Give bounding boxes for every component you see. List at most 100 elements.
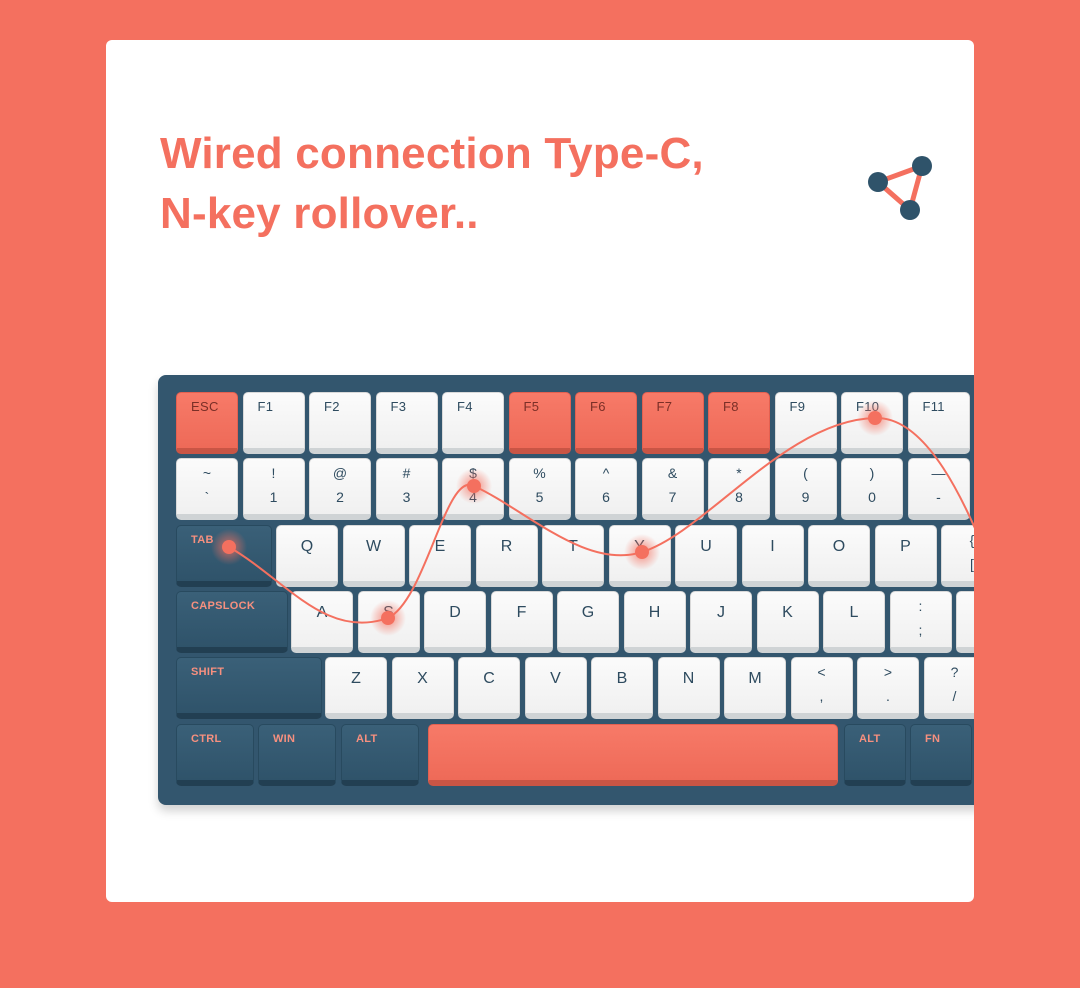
key-f10: F10 <box>841 392 903 454</box>
key-g: G <box>557 591 619 653</box>
headline: Wired connection Type-C, N-key rollover.… <box>160 124 800 244</box>
key-num-9-label: ( <box>803 465 808 481</box>
key-u: U <box>675 525 737 587</box>
key-f4: F4 <box>442 392 504 454</box>
key-f3: F3 <box>375 392 438 454</box>
product-card: Wired connection Type-C, N-key rollover.… <box>106 40 974 902</box>
key-alt-right-label: ALT <box>859 733 881 745</box>
key-num-11-label: — <box>931 465 946 481</box>
key-num-2-label: @ <box>332 465 348 481</box>
key-capslock: CAPSLOCK <box>176 591 288 653</box>
key-num-6: ^ 6 <box>575 458 637 520</box>
key-f8-label: F8 <box>723 399 739 414</box>
key-tab-label: TAB <box>191 534 214 546</box>
key-e-label: E <box>434 538 446 555</box>
key-f8: F8 <box>708 392 770 454</box>
key-num-8: * 8 <box>708 458 770 520</box>
key-num-8-label: * <box>736 465 742 481</box>
key-esc-label: ESC <box>191 399 219 414</box>
key-num-0: ~ ` <box>176 458 238 520</box>
key-k: K <box>756 591 819 653</box>
key-punct-2-label: / <box>952 688 957 704</box>
key-num-9-label: 9 <box>801 489 810 505</box>
key-b-label: B <box>616 670 628 687</box>
key-l-label: L <box>849 604 859 621</box>
key-punct-2: ? / <box>923 657 974 719</box>
key-s-label: S <box>383 604 394 621</box>
key-n: N <box>657 657 720 719</box>
key-y-label: Y <box>634 538 645 555</box>
key-f6: F6 <box>575 392 637 454</box>
key-e: E <box>409 525 471 587</box>
key-n-label: N <box>682 670 695 687</box>
key-bracket: {[ <box>941 525 974 587</box>
key-f2-label: F2 <box>324 399 340 414</box>
key-v-label: V <box>550 670 561 687</box>
key-x: X <box>391 657 454 719</box>
key-num-0-label: ` <box>204 489 210 505</box>
key-m-label: M <box>748 670 762 687</box>
key-a-label: A <box>316 604 328 621</box>
key-c: C <box>458 657 520 719</box>
key-r-label: R <box>500 538 513 555</box>
key-f11: F11 <box>907 392 970 454</box>
network-share-icon <box>868 156 932 220</box>
key-fn-right: FN <box>910 724 972 786</box>
key-w: W <box>342 525 405 587</box>
key-bracket-label: { <box>969 532 974 548</box>
key-f7-label: F7 <box>656 399 673 414</box>
key-num-2: @2 <box>309 458 371 520</box>
key-bracket-label: [ <box>970 556 974 572</box>
key-num-10-label: ) <box>869 465 875 481</box>
key-f3-label: F3 <box>390 399 407 414</box>
key-punct-1-label: . <box>886 688 890 704</box>
key-punct-1: >. <box>857 657 919 719</box>
key-punct-0: <, <box>790 657 853 719</box>
key-num-4-label: 4 <box>469 489 477 505</box>
key-semicolon: :; <box>889 591 952 653</box>
key-k-label: K <box>782 604 793 621</box>
key-o-label: O <box>832 538 846 555</box>
key-num-3: #3 <box>375 458 438 520</box>
key-t: T <box>542 525 604 587</box>
key-num-7-label: & <box>667 465 678 481</box>
key-i: I <box>741 525 804 587</box>
key-z-label: Z <box>351 670 361 687</box>
key-i-label: I <box>770 538 775 555</box>
key-num-3-label: 3 <box>402 489 411 505</box>
key-num-4: $4 <box>442 458 504 520</box>
key-alt-right: ALT <box>844 724 906 786</box>
key-punct-2-label: ? <box>950 664 959 680</box>
key-f5: F5 <box>508 392 571 454</box>
key-d: D <box>424 591 486 653</box>
key-t-label: T <box>568 538 578 555</box>
key-z: Z <box>325 657 387 719</box>
key-d-label: D <box>449 604 461 621</box>
key-tab: TAB <box>176 525 272 587</box>
key-f1: F1 <box>242 392 305 454</box>
key-num-6-label: ^ <box>602 465 610 481</box>
key-num-5: % 5 <box>508 458 571 520</box>
key-m: M <box>724 657 786 719</box>
key-ctrl-left-label: CTRL <box>191 733 222 745</box>
key-q-label: Q <box>300 538 314 555</box>
key-shift: SHIFT <box>176 657 322 719</box>
key-j-label: J <box>717 604 725 621</box>
key-punct-0-label: , <box>819 688 824 704</box>
key-f-label: F <box>516 604 527 621</box>
key-c-label: C <box>483 670 495 687</box>
key-f6-label: F6 <box>590 399 606 414</box>
key-ctrl-left: CTRL <box>176 724 254 786</box>
key-capslock-label: CAPSLOCK <box>191 600 256 612</box>
key-num-5-label: % <box>533 465 546 481</box>
key-num-0-label: ~ <box>202 465 212 481</box>
key-j: J <box>690 591 752 653</box>
key-h-label: H <box>648 604 661 621</box>
key-f: F <box>490 591 553 653</box>
key-l: L <box>823 591 885 653</box>
key-num-7-label: 7 <box>668 489 677 505</box>
key-f10-label: F10 <box>856 399 880 414</box>
key-f1-label: F1 <box>257 399 274 414</box>
key-num-11: — - <box>907 458 970 520</box>
key-u-label: U <box>700 538 712 555</box>
